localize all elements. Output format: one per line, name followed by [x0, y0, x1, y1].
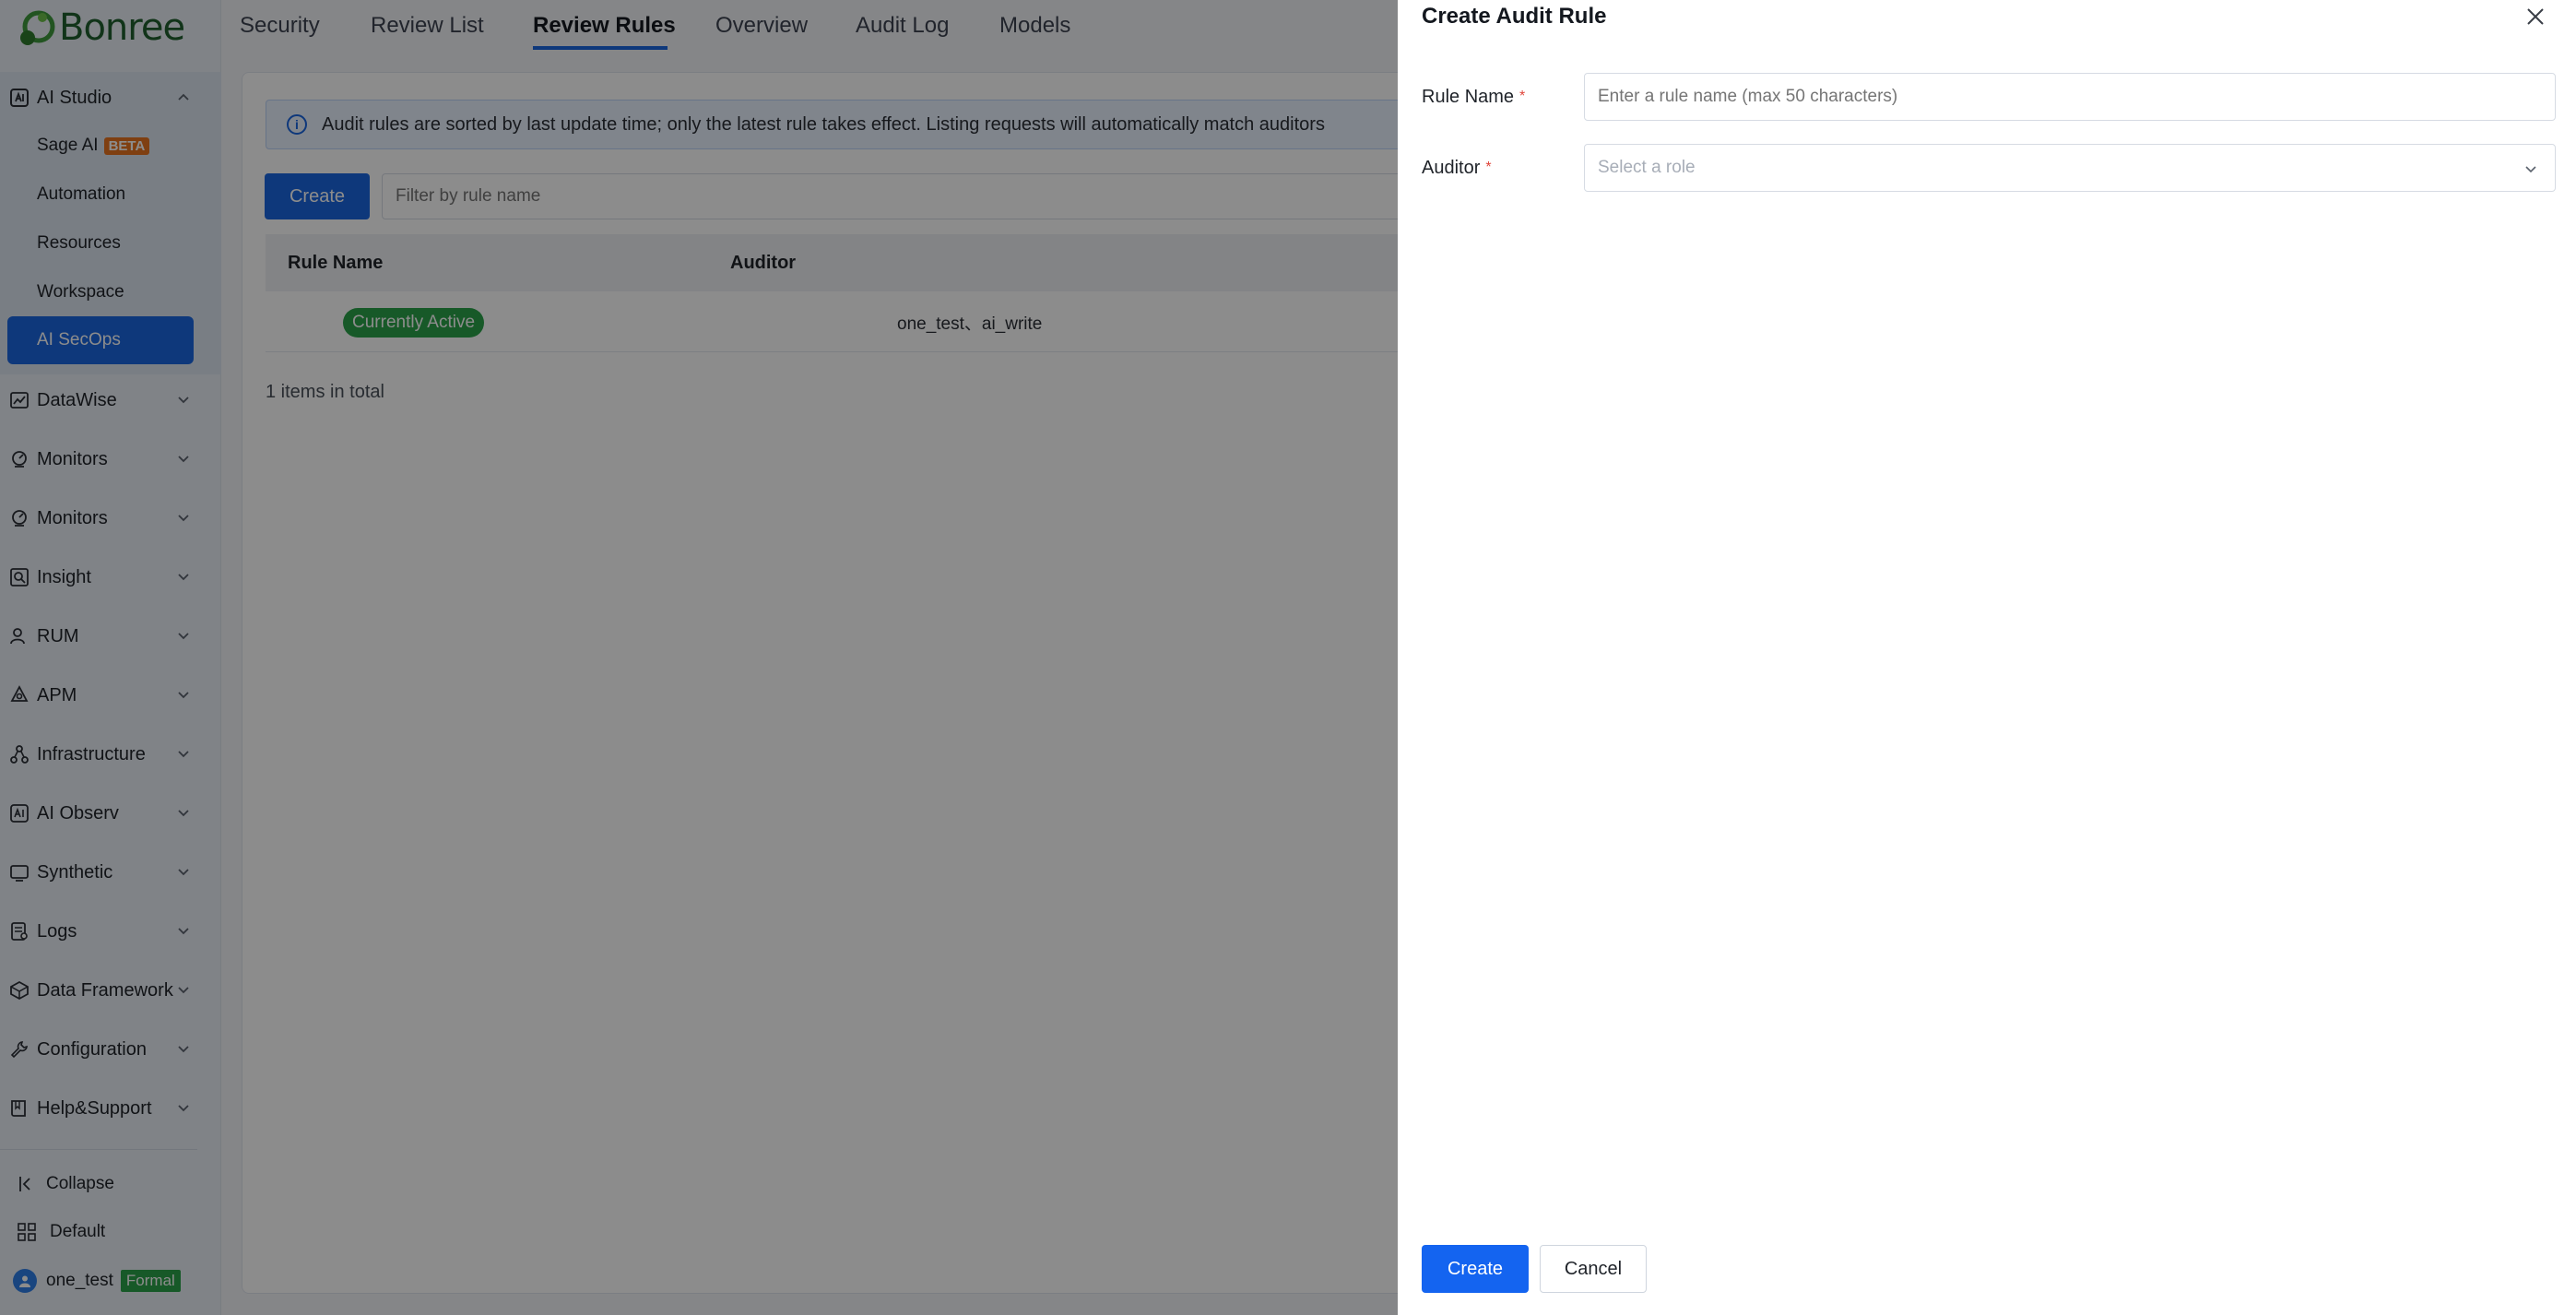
create-audit-rule-drawer: Create Audit Rule Rule Name * Auditor * … [1398, 0, 2576, 1315]
required-mark: * [1485, 160, 1492, 175]
rule-name-label: Rule Name * [1422, 73, 1525, 121]
create-button[interactable]: Create [1422, 1245, 1529, 1293]
auditor-label: Auditor * [1422, 144, 1492, 192]
drawer-title: Create Audit Rule [1422, 4, 1607, 29]
rule-name-input[interactable] [1584, 73, 2556, 121]
auditor-label-text: Auditor [1422, 157, 1481, 178]
chevron-down-icon [2525, 166, 2536, 173]
required-mark: * [1519, 89, 1526, 104]
auditor-select[interactable]: Select a role [1584, 144, 2556, 192]
close-icon[interactable] [2524, 6, 2546, 28]
rule-name-label-text: Rule Name [1422, 86, 1515, 107]
cancel-button[interactable]: Cancel [1540, 1245, 1647, 1293]
auditor-select-placeholder: Select a role [1598, 158, 1696, 177]
